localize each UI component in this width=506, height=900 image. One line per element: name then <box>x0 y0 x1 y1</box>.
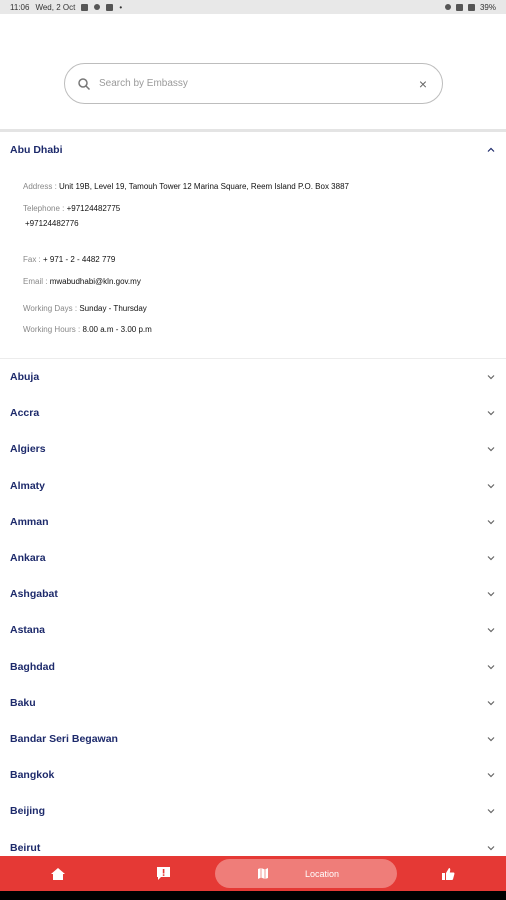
working-hours-label: Working Hours : <box>23 325 81 334</box>
working-days-value: Sunday - Thursday <box>79 304 147 313</box>
embassy-title: Abuja <box>10 371 40 384</box>
fax-label: Fax : <box>23 255 41 264</box>
accordion-header-baghdad[interactable]: Baghdad <box>0 649 506 685</box>
embassy-title: Beirut <box>10 841 41 854</box>
chevron-down-icon[interactable] <box>486 843 496 853</box>
embassy-title: Abu Dhabi <box>10 144 63 156</box>
embassy-title: Bandar Seri Begawan <box>10 732 118 745</box>
accordion-header-algiers[interactable]: Algiers <box>0 431 506 467</box>
accordion-header-accra[interactable]: Accra <box>0 395 506 431</box>
address-row: Address : Unit 19B, Level 19, Tamouh Tow… <box>23 182 349 191</box>
telephone-row-2: +97124482776 <box>25 219 79 228</box>
telephone-value-1[interactable]: +97124482775 <box>67 204 121 213</box>
chevron-down-icon[interactable] <box>486 553 496 563</box>
thumbs-up-icon <box>442 867 455 880</box>
nav-location[interactable]: Location <box>215 859 397 888</box>
nav-alert[interactable] <box>145 856 181 891</box>
chevron-down-icon[interactable] <box>486 770 496 780</box>
chevron-down-icon[interactable] <box>486 662 496 672</box>
collapsed-list: Abuja Accra Algiers Almaty Amman Ankara Ashgab… <box>0 359 506 866</box>
clear-icon[interactable]: × <box>416 77 430 91</box>
chevron-down-icon[interactable] <box>486 589 496 599</box>
accordion-header-astana[interactable]: Astana <box>0 612 506 648</box>
embassy-details: Address : Unit 19B, Level 19, Tamouh Tow… <box>0 168 506 359</box>
chevron-down-icon[interactable] <box>486 481 496 491</box>
email-row: Email : mwabudhabi@kln.gov.my <box>23 277 141 286</box>
embassy-title: Beijing <box>10 805 46 818</box>
working-days-row: Working Days : Sunday - Thursday <box>23 304 147 313</box>
embassy-list: Abu Dhabi Address : Unit 19B, Level 19, … <box>0 132 506 866</box>
embassy-title: Ankara <box>10 552 46 565</box>
accordion-header-beijing[interactable]: Beijing <box>0 793 506 829</box>
search-bar: × <box>64 63 443 104</box>
chevron-down-icon[interactable] <box>486 444 496 454</box>
status-time: 11:06 <box>10 2 30 12</box>
accordion-header-abu-dhabi[interactable]: Abu Dhabi <box>0 132 506 168</box>
dot-icon: • <box>119 2 123 12</box>
chevron-down-icon[interactable] <box>486 372 496 382</box>
working-days-label: Working Days : <box>23 304 78 313</box>
nav-location-label: Location <box>305 868 340 879</box>
embassy-title: Ashgabat <box>10 588 58 601</box>
bottom-navigation: Location <box>0 856 506 891</box>
embassy-title: Accra <box>10 407 40 420</box>
telephone-value-2[interactable]: +97124482776 <box>25 219 79 228</box>
settings-icon <box>106 3 114 11</box>
mute-icon <box>444 4 451 10</box>
embassy-title: Almaty <box>10 479 46 492</box>
battery-level: 39% <box>479 2 496 12</box>
embassy-title: Algiers <box>10 443 46 456</box>
chevron-down-icon[interactable] <box>486 806 496 816</box>
accordion-header-abuja[interactable]: Abuja <box>0 359 506 395</box>
search-icon <box>78 77 91 90</box>
telephone-label: Telephone : <box>23 204 65 213</box>
chevron-down-icon[interactable] <box>486 625 496 635</box>
google-icon <box>94 4 101 10</box>
accordion-header-almaty[interactable]: Almaty <box>0 468 506 504</box>
email-value[interactable]: mwabudhabi@kln.gov.my <box>50 277 141 286</box>
embassy-title: Astana <box>10 624 46 637</box>
notification-icon <box>81 3 89 11</box>
embassy-title: Amman <box>10 515 49 528</box>
map-icon <box>258 868 268 879</box>
telephone-row: Telephone : +97124482775 <box>23 204 120 213</box>
working-hours-value: 8.00 a.m - 3.00 p.m <box>82 325 152 334</box>
chevron-down-icon[interactable] <box>486 517 496 527</box>
working-hours-row: Working Hours : 8.00 a.m - 3.00 p.m <box>23 325 152 334</box>
embassy-title: Bangkok <box>10 769 55 782</box>
system-navigation-bar <box>0 891 506 900</box>
status-date: Wed, 2 Oct <box>35 2 76 12</box>
nav-feedback[interactable] <box>430 856 466 891</box>
nav-home[interactable] <box>40 856 76 891</box>
accordion-header-bandar-seri-begawan[interactable]: Bandar Seri Begawan <box>0 721 506 757</box>
embassy-title: Baghdad <box>10 660 55 673</box>
address-label: Address : <box>23 182 57 191</box>
accordion-header-ankara[interactable]: Ankara <box>0 540 506 576</box>
accordion-header-baku[interactable]: Baku <box>0 685 506 721</box>
status-bar: 11:06 Wed, 2 Oct • 39% <box>0 0 506 14</box>
chevron-down-icon[interactable] <box>486 734 496 744</box>
accordion-header-ashgabat[interactable]: Ashgabat <box>0 576 506 612</box>
signal-icon <box>467 3 475 11</box>
chevron-down-icon[interactable] <box>486 408 496 418</box>
fax-value: + 971 - 2 - 4482 779 <box>43 255 116 264</box>
accordion-header-bangkok[interactable]: Bangkok <box>0 757 506 793</box>
email-label: Email : <box>23 277 48 286</box>
wifi-icon <box>455 3 463 11</box>
search-input[interactable] <box>99 78 416 89</box>
fax-row: Fax : + 971 - 2 - 4482 779 <box>23 255 115 264</box>
chevron-down-icon[interactable] <box>486 698 496 708</box>
embassy-title: Baku <box>10 696 36 709</box>
home-icon <box>51 867 65 880</box>
chevron-up-icon[interactable] <box>486 145 496 155</box>
address-value: Unit 19B, Level 19, Tamouh Tower 12 Mari… <box>59 182 349 191</box>
alert-icon <box>156 867 170 880</box>
accordion-header-amman[interactable]: Amman <box>0 504 506 540</box>
